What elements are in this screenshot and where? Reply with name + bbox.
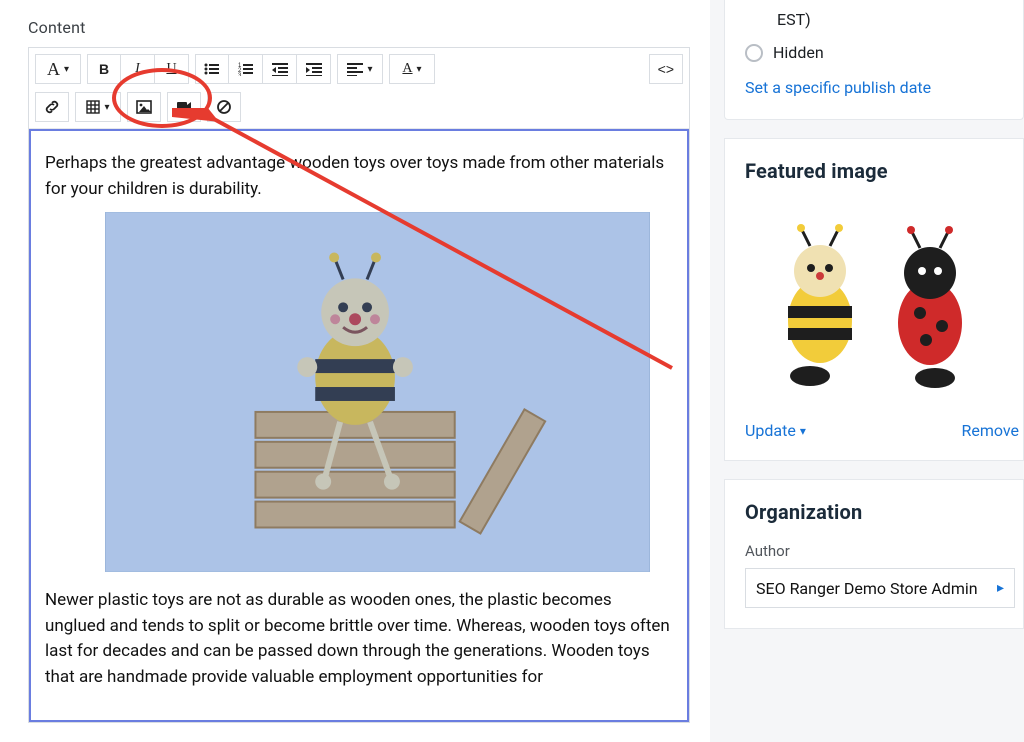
clear-format-button[interactable] (207, 92, 241, 122)
rich-text-editor: A ▾ B I U 123 (28, 47, 690, 723)
select-caret-icon: ▸ (997, 580, 1004, 596)
insert-video-button[interactable] (167, 92, 201, 122)
link-icon (44, 100, 60, 114)
underline-button[interactable]: U (155, 54, 189, 84)
radio-icon (745, 44, 763, 62)
no-entry-icon (217, 100, 231, 114)
author-select[interactable]: SEO Ranger Demo Store Admin ▸ (745, 568, 1015, 608)
set-publish-date-link[interactable]: Set a specific publish date (745, 78, 1003, 97)
dropdown-caret-icon: ▾ (104, 102, 109, 113)
paragraph[interactable]: Perhaps the greatest advantage wooden to… (45, 151, 671, 202)
text-color-icon: A (402, 61, 412, 77)
numbered-list-icon: 123 (238, 62, 254, 76)
card-title: Organization (745, 500, 1015, 524)
bulleted-list-icon (204, 62, 220, 76)
visibility-card: EST) Hidden Set a specific publish date (724, 0, 1024, 120)
align-dropdown[interactable]: ▾ (337, 54, 383, 84)
dropdown-caret-icon: ▾ (367, 64, 372, 75)
insert-image-button[interactable] (127, 92, 161, 122)
radio-label: Hidden (773, 43, 824, 62)
text-color-dropdown[interactable]: A ▾ (389, 54, 435, 84)
outdent-icon (272, 62, 288, 76)
font-letter: A (47, 59, 60, 80)
visibility-hidden-option[interactable]: Hidden (745, 43, 1003, 62)
editor-content-area[interactable]: Perhaps the greatest advantage wooden to… (29, 129, 689, 722)
numbered-list-button[interactable]: 123 (229, 54, 263, 84)
font-style-dropdown[interactable]: A ▾ (35, 54, 81, 84)
svg-text:3: 3 (238, 73, 242, 76)
bold-button[interactable]: B (87, 54, 121, 84)
embedded-image[interactable] (105, 212, 650, 572)
dropdown-caret-icon: ▾ (64, 64, 69, 75)
author-label: Author (745, 542, 1015, 560)
schedule-trailing-text: EST) (745, 10, 1003, 29)
chevron-down-icon: ▾ (800, 424, 806, 438)
table-icon (86, 100, 100, 114)
card-title: Featured image (745, 159, 1023, 183)
update-image-link[interactable]: Update ▾ (745, 421, 806, 440)
outdent-button[interactable] (263, 54, 297, 84)
align-left-icon (347, 62, 363, 76)
table-dropdown[interactable]: ▾ (75, 92, 121, 122)
remove-image-link[interactable]: Remove (961, 421, 1019, 440)
select-value: SEO Ranger Demo Store Admin (756, 579, 978, 598)
dropdown-caret-icon: ▾ (417, 64, 422, 75)
image-icon (136, 100, 152, 114)
content-label: Content (28, 18, 690, 37)
editor-toolbar: A ▾ B I U 123 (29, 48, 689, 129)
paragraph[interactable]: Newer plastic toys are not as durable as… (45, 588, 671, 690)
indent-button[interactable] (297, 54, 331, 84)
indent-icon (306, 62, 322, 76)
link-button[interactable] (35, 92, 69, 122)
featured-image-card: Featured image (724, 138, 1024, 461)
video-icon (176, 101, 192, 113)
html-toggle-button[interactable]: <> (649, 54, 683, 84)
featured-image-thumbnail[interactable] (745, 201, 1005, 411)
italic-button[interactable]: I (121, 54, 155, 84)
organization-card: Organization Author SEO Ranger Demo Stor… (724, 479, 1024, 629)
bulleted-list-button[interactable] (195, 54, 229, 84)
